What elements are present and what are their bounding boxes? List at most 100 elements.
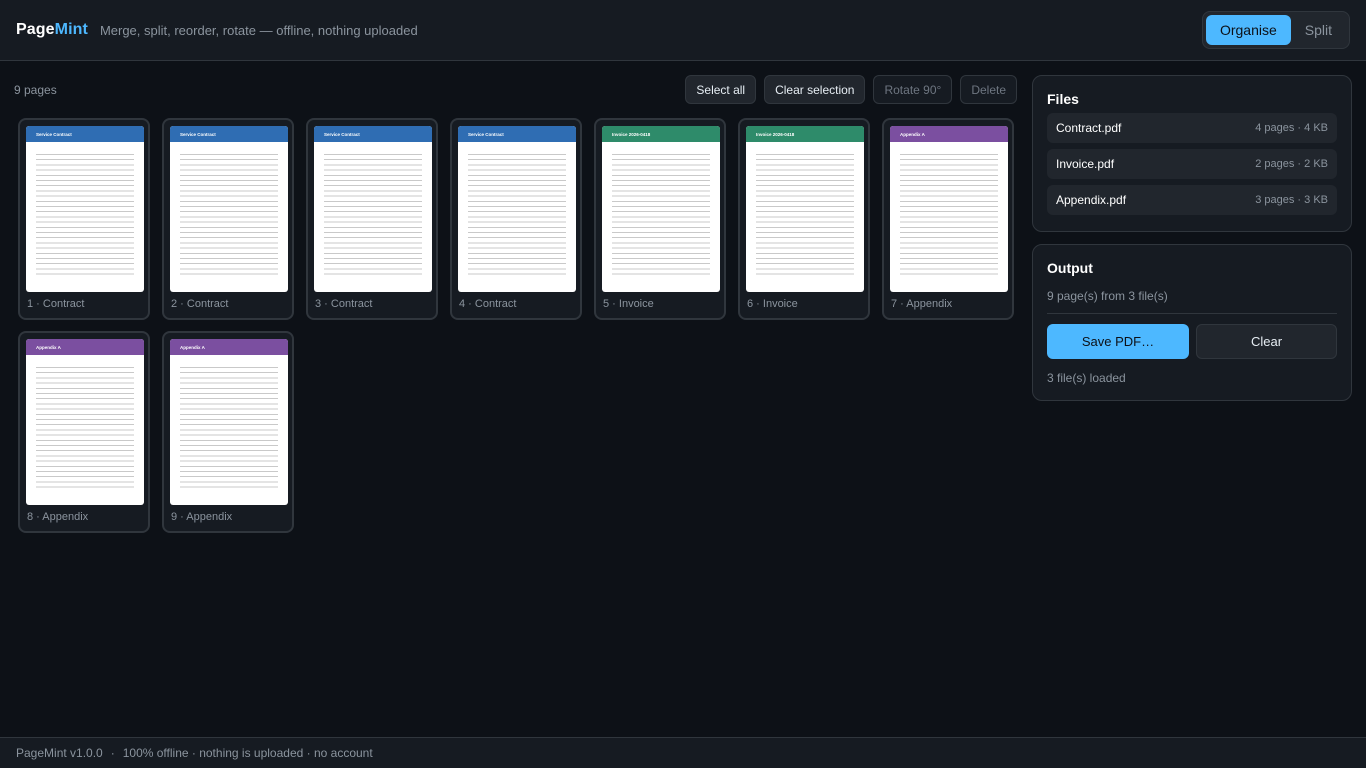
thumbnail-header-band: Appendix A <box>26 339 144 355</box>
page-grid: Service Contract 1 · Contract Service Co… <box>18 118 1018 533</box>
page-label: 6 · Invoice <box>747 298 798 310</box>
app-header: PageMint Merge, split, reorder, rotate —… <box>0 0 1366 61</box>
save-pdf-button[interactable]: Save PDF… <box>1047 324 1189 359</box>
thumbnail-header-band: Invoice 2026-0418 <box>746 126 864 142</box>
thumbnail-header-band: Appendix A <box>890 126 1008 142</box>
output-actions: Save PDF… Clear <box>1047 324 1337 359</box>
files-title: Files <box>1047 91 1079 107</box>
thumbnail-title: Service Contract <box>468 131 504 137</box>
output-divider <box>1047 313 1337 314</box>
page-card-5[interactable]: Invoice 2026-0418 5 · Invoice <box>594 118 726 320</box>
thumbnail-subline <box>324 146 432 150</box>
thumbnail-text-lines <box>324 154 422 279</box>
file-name: Contract.pdf <box>1056 121 1122 135</box>
thumbnail-subline <box>180 146 288 150</box>
page-thumbnail: Appendix A <box>26 339 144 505</box>
page-card-4[interactable]: Service Contract 4 · Contract <box>450 118 582 320</box>
page-thumbnail: Invoice 2026-0418 <box>746 126 864 292</box>
footer-version: PageMint v1.0.0 <box>16 746 103 760</box>
thumbnail-header-band: Service Contract <box>170 126 288 142</box>
logo-text-accent: Mint <box>54 21 88 38</box>
thumbnail-subline <box>180 359 288 363</box>
app-footer: PageMint v1.0.0 · 100% offline · nothing… <box>0 737 1366 768</box>
page-card-3[interactable]: Service Contract 3 · Contract <box>306 118 438 320</box>
thumbnail-text-lines <box>180 367 278 492</box>
thumbnail-title: Service Contract <box>180 131 216 137</box>
footer-separator: · <box>110 746 115 760</box>
page-label: 7 · Appendix <box>891 298 953 310</box>
app-tagline: Merge, split, reorder, rotate — offline,… <box>99 22 418 38</box>
page-thumbnail: Service Contract <box>170 126 288 292</box>
thumbnail-text-lines <box>180 154 278 279</box>
file-meta: 2 pages · 2 KB <box>1255 158 1328 170</box>
file-item-invoice[interactable]: Invoice.pdf 2 pages · 2 KB <box>1047 149 1337 179</box>
page-card-7[interactable]: Appendix A 7 · Appendix <box>882 118 1014 320</box>
thumbnail-header-band: Appendix A <box>170 339 288 355</box>
page-card-2[interactable]: Service Contract 2 · Contract <box>162 118 294 320</box>
thumbnail-text-lines <box>612 154 710 279</box>
thumbnail-title: Appendix A <box>36 344 61 350</box>
thumbnail-subline <box>36 359 144 363</box>
thumbnail-text-lines <box>900 154 998 279</box>
page-thumbnail: Service Contract <box>458 126 576 292</box>
file-item-appendix[interactable]: Appendix.pdf 3 pages · 3 KB <box>1047 185 1337 215</box>
mode-split-button[interactable]: Split <box>1291 15 1346 45</box>
thumbnail-subline <box>756 146 864 150</box>
page-label: 2 · Contract <box>171 298 229 310</box>
file-meta: 3 pages · 3 KB <box>1255 194 1328 206</box>
thumbnail-title: Invoice 2026-0418 <box>612 131 651 137</box>
file-meta: 4 pages · 4 KB <box>1255 122 1328 134</box>
thumbnail-text-lines <box>36 367 134 492</box>
page-label: 5 · Invoice <box>603 298 654 310</box>
rotate-button[interactable]: Rotate 90° <box>873 75 953 104</box>
thumbnail-header-band: Service Contract <box>26 126 144 142</box>
file-name: Appendix.pdf <box>1056 193 1127 207</box>
output-summary: 9 page(s) from 3 file(s) <box>1047 289 1168 303</box>
page-thumbnail: Service Contract <box>26 126 144 292</box>
footer-note: 100% offline · nothing is uploaded · no … <box>122 746 373 760</box>
page-thumbnail: Appendix A <box>170 339 288 505</box>
thumbnail-header-band: Service Contract <box>314 126 432 142</box>
clear-button[interactable]: Clear <box>1196 324 1337 359</box>
thumbnail-text-lines <box>468 154 566 279</box>
page-thumbnail: Appendix A <box>890 126 1008 292</box>
thumbnail-subline <box>468 146 576 150</box>
thumbnail-title: Appendix A <box>180 344 205 350</box>
page-label: 4 · Contract <box>459 298 517 310</box>
page-card-9[interactable]: Appendix A 9 · Appendix <box>162 331 294 533</box>
page-label: 3 · Contract <box>315 298 373 310</box>
files-panel: Files Contract.pdf 4 pages · 4 KB Invoic… <box>1032 75 1352 232</box>
thumbnail-title: Service Contract <box>36 131 72 137</box>
page-card-8[interactable]: Appendix A 8 · Appendix <box>18 331 150 533</box>
delete-button[interactable]: Delete <box>960 75 1017 104</box>
page-toolbar: Select all Clear selection Rotate 90° De… <box>685 75 1017 104</box>
file-name: Invoice.pdf <box>1056 157 1115 171</box>
page-label: 1 · Contract <box>27 298 85 310</box>
page-label: 8 · Appendix <box>27 511 89 523</box>
select-all-button[interactable]: Select all <box>685 75 757 104</box>
output-title: Output <box>1047 260 1093 276</box>
file-item-contract[interactable]: Contract.pdf 4 pages · 4 KB <box>1047 113 1337 143</box>
page-card-6[interactable]: Invoice 2026-0418 6 · Invoice <box>738 118 870 320</box>
thumbnail-subline <box>36 146 144 150</box>
thumbnail-subline <box>612 146 720 150</box>
mode-toggle: Organise Split <box>1201 11 1350 49</box>
page-label: 9 · Appendix <box>171 511 233 523</box>
thumbnail-header-band: Invoice 2026-0418 <box>602 126 720 142</box>
output-panel: Output 9 page(s) from 3 file(s) Save PDF… <box>1032 244 1352 401</box>
thumbnail-title: Invoice 2026-0418 <box>756 131 795 137</box>
mode-organise-button[interactable]: Organise <box>1205 15 1291 45</box>
thumbnail-header-band: Service Contract <box>458 126 576 142</box>
thumbnail-text-lines <box>36 154 134 279</box>
thumbnail-text-lines <box>756 154 854 279</box>
app-logo: PageMint <box>16 21 88 39</box>
thumbnail-subline <box>900 146 1008 150</box>
logo-text-main: Page <box>16 21 55 38</box>
status-text: 3 file(s) loaded <box>1047 371 1126 385</box>
clear-selection-button[interactable]: Clear selection <box>764 75 866 104</box>
page-thumbnail: Invoice 2026-0418 <box>602 126 720 292</box>
page-card-1[interactable]: Service Contract 1 · Contract <box>18 118 150 320</box>
thumbnail-title: Appendix A <box>900 131 925 137</box>
page-count: 9 pages <box>14 83 57 97</box>
page-thumbnail: Service Contract <box>314 126 432 292</box>
